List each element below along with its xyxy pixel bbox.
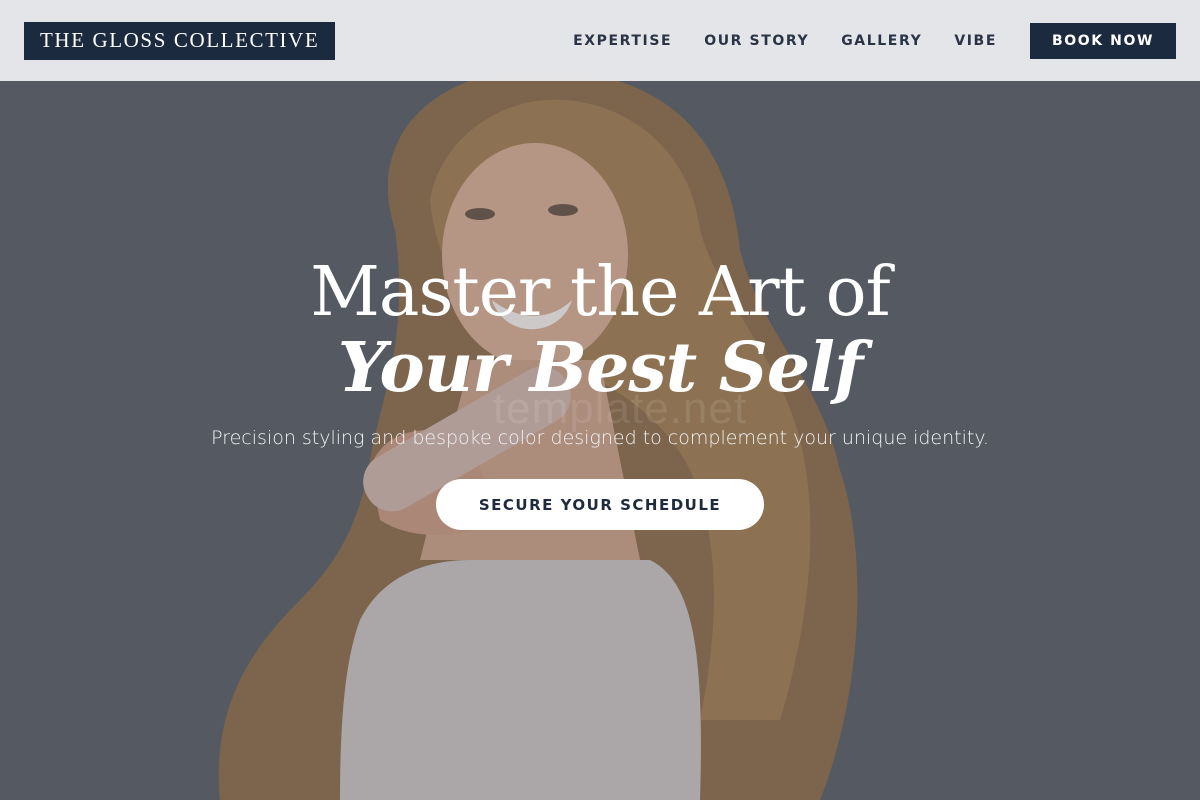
book-now-button[interactable]: BOOK NOW xyxy=(1030,22,1176,59)
hero-headline: Master the Art of Your Best Self xyxy=(0,253,1200,408)
site-header: THE GLOSS COLLECTIVE EXPERTISE OUR STORY… xyxy=(0,0,1200,81)
nav-link-vibe[interactable]: VIBE xyxy=(954,33,997,49)
brand-logo[interactable]: THE GLOSS COLLECTIVE xyxy=(24,21,336,60)
nav-link-expertise[interactable]: EXPERTISE xyxy=(573,33,672,49)
hero-subtitle: Precision styling and bespoke color desi… xyxy=(211,427,989,449)
main-nav: EXPERTISE OUR STORY GALLERY VIBE xyxy=(573,33,997,49)
secure-schedule-button[interactable]: SECURE YOUR SCHEDULE xyxy=(436,479,764,530)
nav-link-gallery[interactable]: GALLERY xyxy=(841,33,922,49)
hero-content: Master the Art of Your Best Self Precisi… xyxy=(0,254,1200,530)
hero-headline-line1: Master the Art of xyxy=(310,253,890,332)
hero-headline-line2: Your Best Self xyxy=(337,328,864,408)
nav-link-our-story[interactable]: OUR STORY xyxy=(704,33,809,49)
